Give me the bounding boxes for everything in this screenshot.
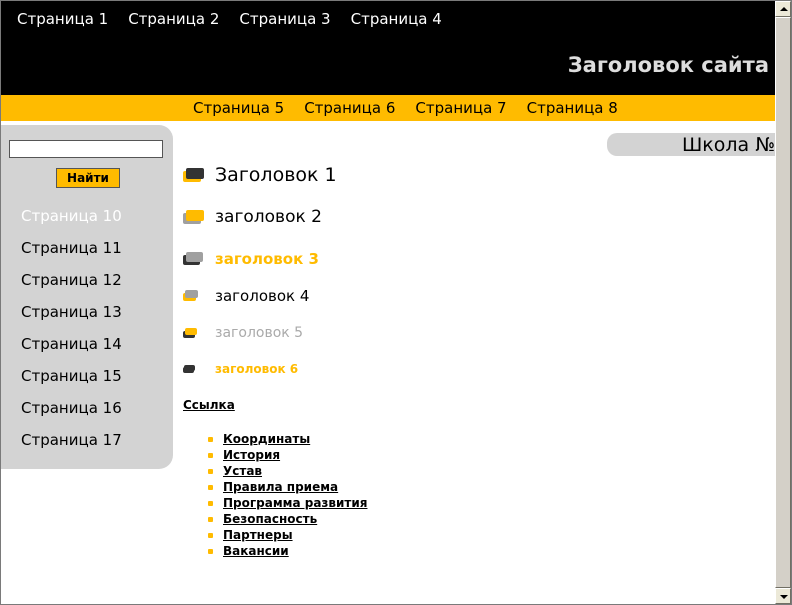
heading-marker-icon [183, 327, 205, 339]
heading-2-row: заголовок 2 [183, 207, 322, 227]
heading-2: заголовок 2 [215, 207, 322, 227]
vertical-scrollbar[interactable] [775, 1, 791, 604]
secondary-nav-bar: Страница 5 Страница 6 Страница 7 Страниц… [1, 95, 775, 121]
sub-nav-page-8[interactable]: Страница 8 [527, 99, 618, 117]
sidebar-item-page-15[interactable]: Страница 15 [21, 367, 122, 385]
heading-marker-icon [183, 290, 205, 302]
top-nav-page-4[interactable]: Страница 4 [351, 10, 442, 28]
vacancies-link[interactable]: Вакансии [223, 544, 289, 558]
heading-marker-icon [183, 252, 205, 266]
list-item: Партнеры [207, 528, 367, 544]
list-item: Правила приема [207, 480, 367, 496]
school-tab: Школа № [607, 133, 775, 156]
site-title: Заголовок сайта [567, 53, 769, 77]
scrollbar-thumb[interactable] [775, 17, 791, 588]
top-navigation: Страница 1 Страница 2 Страница 3 Страниц… [7, 10, 452, 28]
top-nav-page-1[interactable]: Страница 1 [17, 10, 108, 28]
list-item: Безопасность [207, 512, 367, 528]
heading-4-row: заголовок 4 [183, 287, 309, 305]
secondary-navigation: Страница 5 Страница 6 Страница 7 Страниц… [183, 99, 628, 117]
development-program-link[interactable]: Программа развития [223, 496, 367, 510]
scroll-up-button[interactable] [775, 1, 791, 17]
sidebar-item-page-17[interactable]: Страница 17 [21, 431, 122, 449]
charter-link[interactable]: Устав [223, 464, 262, 478]
sidebar-item-page-13[interactable]: Страница 13 [21, 303, 122, 321]
sidebar-item-page-12[interactable]: Страница 12 [21, 271, 122, 289]
list-item: Устав [207, 464, 367, 480]
heading-marker-icon [183, 209, 205, 225]
heading-4: заголовок 4 [215, 287, 310, 305]
browser-viewport: Страница 1 Страница 2 Страница 3 Страниц… [0, 0, 792, 605]
top-nav-page-2[interactable]: Страница 2 [128, 10, 219, 28]
scroll-up-icon [780, 7, 788, 11]
heading-1-row: Заголовок 1 [183, 164, 337, 186]
search-button[interactable]: Найти [56, 168, 120, 188]
sub-nav-page-6[interactable]: Страница 6 [304, 99, 395, 117]
heading-6-row: заголовок 6 [183, 362, 298, 376]
coordinates-link[interactable]: Координаты [223, 432, 310, 446]
site-header: Страница 1 Страница 2 Страница 3 Страниц… [1, 1, 775, 95]
top-nav-page-3[interactable]: Страница 3 [239, 10, 330, 28]
list-item: Координаты [207, 432, 367, 448]
heading-6: заголовок 6 [215, 362, 299, 376]
sub-nav-page-5[interactable]: Страница 5 [193, 99, 284, 117]
sub-nav-page-7[interactable]: Страница 7 [415, 99, 506, 117]
sidebar-item-page-11[interactable]: Страница 11 [21, 239, 122, 257]
heading-marker-icon [183, 167, 205, 183]
scroll-down-button[interactable] [775, 588, 791, 604]
sample-link[interactable]: Ссылка [183, 398, 235, 412]
heading-1: Заголовок 1 [215, 164, 337, 186]
sidebar-item-page-10[interactable]: Страница 10 [21, 207, 122, 225]
admission-rules-link[interactable]: Правила приема [223, 480, 338, 494]
heading-5: заголовок 5 [215, 325, 304, 341]
sidebar-item-page-14[interactable]: Страница 14 [21, 335, 122, 353]
list-item: Программа развития [207, 496, 367, 512]
heading-5-row: заголовок 5 [183, 325, 303, 341]
list-item: История [207, 448, 367, 464]
heading-marker-icon [183, 364, 205, 374]
sidebar: Найти Страница 10 Страница 11 Страница 1… [1, 125, 173, 469]
safety-link[interactable]: Безопасность [223, 512, 317, 526]
page-content: Страница 1 Страница 2 Страница 3 Страниц… [1, 1, 775, 604]
search-input[interactable] [9, 140, 163, 158]
scroll-down-icon [780, 595, 788, 599]
list-item: Вакансии [207, 544, 367, 560]
info-links-list: Координаты История Устав Правила приема … [207, 432, 367, 560]
partners-link[interactable]: Партнеры [223, 528, 293, 542]
heading-3-row: заголовок 3 [183, 250, 319, 268]
school-tab-label: Школа № [681, 134, 775, 156]
sidebar-item-page-16[interactable]: Страница 16 [21, 399, 122, 417]
heading-3: заголовок 3 [215, 250, 319, 268]
history-link[interactable]: История [223, 448, 280, 462]
